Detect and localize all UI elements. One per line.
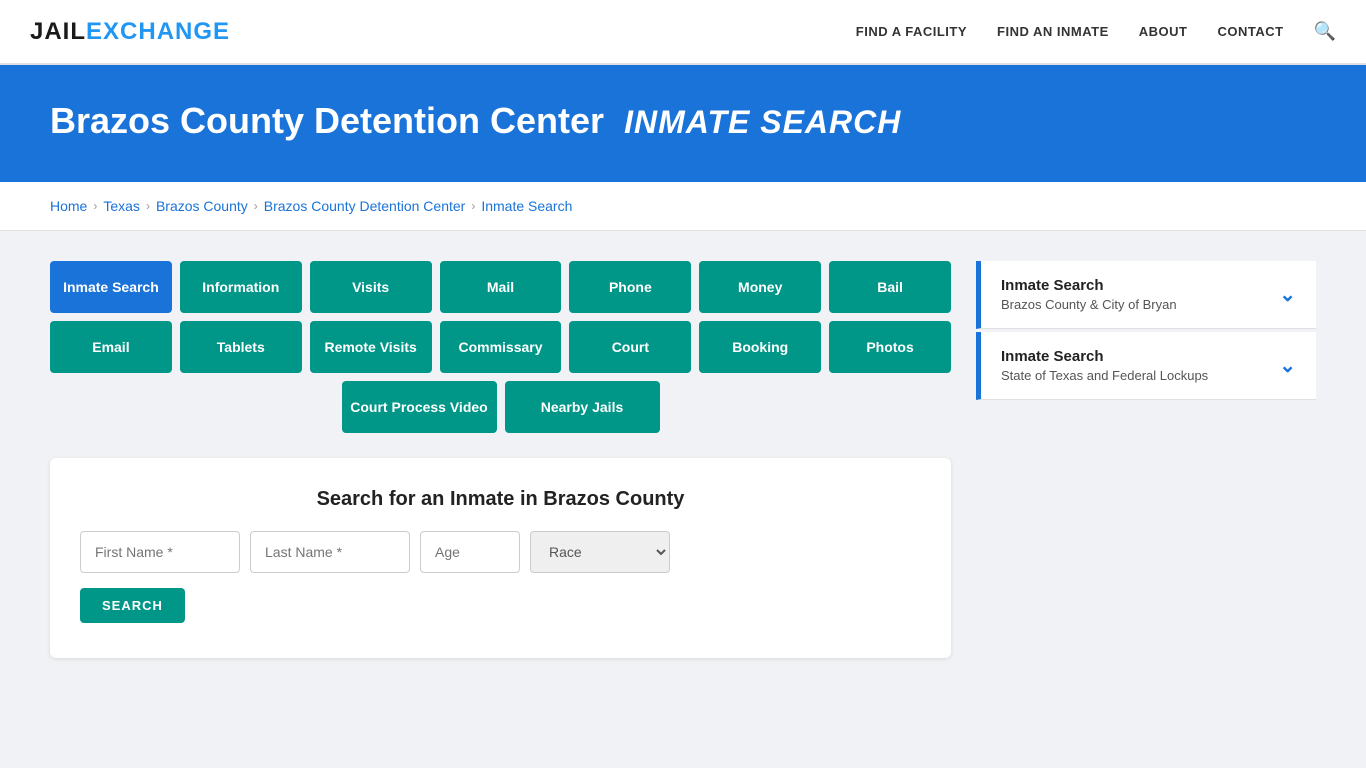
nav-about[interactable]: ABOUT (1139, 24, 1188, 39)
left-panel: Inmate Search Information Visits Mail Ph… (50, 261, 951, 658)
tab-tablets[interactable]: Tablets (180, 321, 302, 373)
tab-court[interactable]: Court (569, 321, 691, 373)
hero-title-main: Brazos County Detention Center (50, 100, 604, 141)
tab-visits[interactable]: Visits (310, 261, 432, 313)
tabs-row3: Court Process Video Nearby Jails (50, 381, 951, 433)
right-panel: Inmate Search Brazos County & City of Br… (976, 261, 1316, 400)
page-title: Brazos County Detention Center INMATE SE… (50, 100, 1316, 142)
tab-mail[interactable]: Mail (440, 261, 562, 313)
search-icon[interactable]: 🔍 (1314, 21, 1336, 42)
tab-inmate-search[interactable]: Inmate Search (50, 261, 172, 313)
breadcrumb-facility[interactable]: Brazos County Detention Center (264, 198, 466, 214)
tab-bail[interactable]: Bail (829, 261, 951, 313)
race-select[interactable]: Race All Races White Black Hispanic Asia… (530, 531, 670, 573)
nav-links: FIND A FACILITY FIND AN INMATE ABOUT CON… (856, 21, 1336, 42)
sidebar-card-county[interactable]: Inmate Search Brazos County & City of Br… (976, 261, 1316, 329)
sidebar-card-county-title: Inmate Search (1001, 277, 1177, 294)
breadcrumb: Home › Texas › Brazos County › Brazos Co… (0, 182, 1366, 231)
tab-court-process-video[interactable]: Court Process Video (342, 381, 497, 433)
first-name-input[interactable] (80, 531, 240, 573)
sep-3: › (254, 199, 258, 213)
breadcrumb-inmate-search[interactable]: Inmate Search (481, 198, 572, 214)
nav-find-inmate[interactable]: FIND AN INMATE (997, 24, 1109, 39)
tab-phone[interactable]: Phone (569, 261, 691, 313)
sidebar-card-county-text: Inmate Search Brazos County & City of Br… (1001, 277, 1177, 312)
hero-title-sub: INMATE SEARCH (624, 104, 901, 140)
tab-remote-visits[interactable]: Remote Visits (310, 321, 432, 373)
breadcrumb-home[interactable]: Home (50, 198, 87, 214)
main-content: Inmate Search Information Visits Mail Ph… (0, 231, 1366, 688)
sep-1: › (93, 199, 97, 213)
navbar: JAILEXCHANGE FIND A FACILITY FIND AN INM… (0, 0, 1366, 65)
logo-prefix: JAIL (30, 18, 86, 45)
tab-commissary[interactable]: Commissary (440, 321, 562, 373)
tab-booking[interactable]: Booking (699, 321, 821, 373)
sidebar-card-state-title: Inmate Search (1001, 348, 1208, 365)
search-title: Search for an Inmate in Brazos County (80, 488, 921, 511)
chevron-down-icon-2: ⌄ (1279, 353, 1296, 378)
nav-find-facility[interactable]: FIND A FACILITY (856, 24, 967, 39)
search-fields: Race All Races White Black Hispanic Asia… (80, 531, 921, 573)
hero-banner: Brazos County Detention Center INMATE SE… (0, 65, 1366, 182)
age-input[interactable] (420, 531, 520, 573)
sep-2: › (146, 199, 150, 213)
sidebar-card-state[interactable]: Inmate Search State of Texas and Federal… (976, 332, 1316, 400)
search-button[interactable]: SEARCH (80, 588, 185, 623)
site-logo[interactable]: JAILEXCHANGE (30, 18, 230, 46)
tab-nearby-jails[interactable]: Nearby Jails (505, 381, 660, 433)
tabs-row1: Inmate Search Information Visits Mail Ph… (50, 261, 951, 313)
tabs-row2: Email Tablets Remote Visits Commissary C… (50, 321, 951, 373)
breadcrumb-texas[interactable]: Texas (103, 198, 140, 214)
sidebar-card-county-subtitle: Brazos County & City of Bryan (1001, 297, 1177, 312)
sidebar-card-state-subtitle: State of Texas and Federal Lockups (1001, 368, 1208, 383)
tab-information[interactable]: Information (180, 261, 302, 313)
logo-suffix: EXCHANGE (86, 18, 230, 45)
tab-email[interactable]: Email (50, 321, 172, 373)
last-name-input[interactable] (250, 531, 410, 573)
tab-photos[interactable]: Photos (829, 321, 951, 373)
sep-4: › (471, 199, 475, 213)
sidebar-card-state-text: Inmate Search State of Texas and Federal… (1001, 348, 1208, 383)
breadcrumb-county[interactable]: Brazos County (156, 198, 248, 214)
chevron-down-icon: ⌄ (1279, 282, 1296, 307)
search-box: Search for an Inmate in Brazos County Ra… (50, 458, 951, 658)
nav-contact[interactable]: CONTACT (1217, 24, 1283, 39)
tab-money[interactable]: Money (699, 261, 821, 313)
